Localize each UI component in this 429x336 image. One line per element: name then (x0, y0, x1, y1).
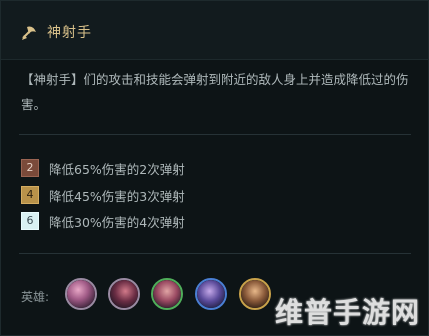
tier-row-6: 6 降低30%伤害的4次弹射 (21, 211, 185, 231)
champion-portrait-4[interactable] (195, 278, 227, 310)
tooltip-header: 神射手 (1, 1, 428, 60)
heroes-label: 英雄: (21, 290, 50, 304)
crossbow-icon (22, 26, 36, 40)
champion-portrait-2[interactable] (108, 278, 140, 310)
champion-portrait-3[interactable] (151, 278, 183, 310)
tier-badge-bronze: 2 (21, 159, 39, 177)
tier-text: 降低65%伤害的2次弹射 (49, 161, 185, 177)
tier-text: 降低30%伤害的4次弹射 (49, 214, 185, 230)
tier-row-4: 4 降低45%伤害的3次弹射 (21, 185, 185, 205)
trait-name: 神射手 (47, 25, 92, 41)
trait-description: 【神射手】们的攻击和技能会弹射到附近的敌人身上并造成降低过的伤害。 (21, 72, 409, 112)
watermark: 维普手游网 (274, 296, 420, 329)
divider (19, 134, 411, 135)
divider (19, 253, 411, 254)
champion-portrait-1[interactable] (65, 278, 97, 310)
tier-text: 降低45%伤害的3次弹射 (49, 188, 185, 204)
tier-row-2: 2 降低65%伤害的2次弹射 (21, 158, 185, 178)
champion-portrait-5[interactable] (239, 278, 271, 310)
tier-badge-platinum: 6 (21, 212, 39, 230)
tier-badge-gold: 4 (21, 186, 39, 204)
trait-tooltip: 神射手 【神射手】们的攻击和技能会弹射到附近的敌人身上并造成降低过的伤害。 2 … (0, 0, 429, 336)
